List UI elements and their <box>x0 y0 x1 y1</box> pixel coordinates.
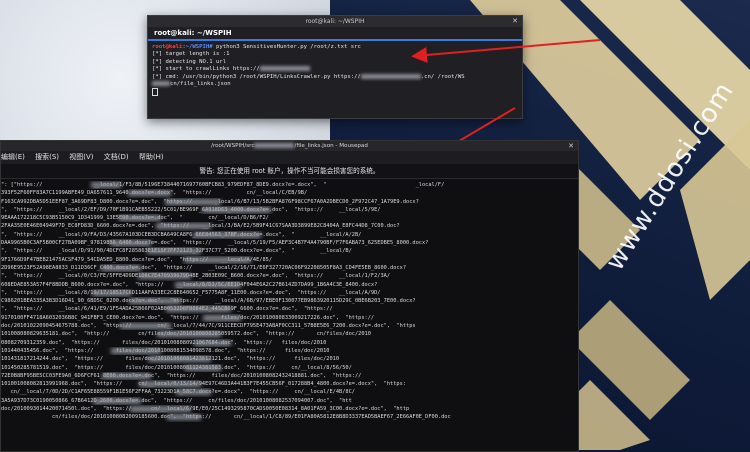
editor-line: 2D96E9523F52A98EA8833_D11D36CF_C400.docx… <box>1 264 407 271</box>
redacted-block <box>203 314 241 321</box>
redacted-block <box>194 339 231 346</box>
root-warning-banner: 警告: 您正在使用 root 账户，操作不当可能会损害您的系统。 <box>1 164 578 179</box>
redacted-block <box>130 406 191 413</box>
editor-line: 9F1766D9F47BEB21475ACSF479_54CDA5ED_8800… <box>1 256 273 263</box>
menu-item-edit[interactable]: 编辑(E) <box>1 153 25 161</box>
prompt-user: root@kali <box>152 44 183 50</box>
editor-line: ", "https:// __local/6/41/E9/1F54ADA25B6… <box>1 306 333 313</box>
redacted-block <box>254 143 295 148</box>
mousepad-title-left: /root/WSPIH/src <box>211 143 255 149</box>
redacted-block <box>259 66 310 72</box>
editor-line: ", "https:// __local/9/FA/D3/43567A103DC… <box>1 231 362 238</box>
menu-item-document[interactable]: 文档(D) <box>104 153 129 161</box>
editor-line: 08082709312359.doc", "https:// files/doc… <box>1 339 327 346</box>
editor-line: cn/__local/7/0D/2D/C1AF65E88559F1B1E56F2… <box>10 389 355 396</box>
mousepad-window[interactable]: /root/WSPIH/src/file_links.json - Mousep… <box>0 140 579 452</box>
editor-line: 9170100FF4718A6032036B8C_941FBF3_CE00.do… <box>1 314 375 321</box>
redacted-block <box>184 256 251 263</box>
terminal-cursor <box>152 88 158 97</box>
redacted-block <box>202 206 271 213</box>
editor-text-area[interactable]: ": ["https:// __local/1/F3/8B/5196E73844… <box>1 179 578 441</box>
editor-line: 101001008082813991968.doc", "https:// cn… <box>1 381 407 388</box>
close-icon[interactable]: ✕ <box>568 141 574 151</box>
terminal-titlebar[interactable]: root@kali: ~/WSPIH ✕ <box>148 16 522 27</box>
redacted-block <box>360 73 421 79</box>
redacted-block <box>120 323 171 330</box>
terminal-tab[interactable]: root@kali: ~/WSPIH <box>148 27 522 41</box>
prompt-path: :~/WSPIH <box>182 44 210 50</box>
editor-line: DAA9965B0C3AF5B00CF27BA09BF_978198B6_640… <box>1 240 429 247</box>
redacted-block <box>156 223 211 230</box>
mousepad-title-right: /file_links.json - Mousepad <box>294 143 368 149</box>
editor-line: cn/files/doc/20101008082009185600.doc", … <box>1 414 451 421</box>
terminal-line: [*] detecting NO.1 url <box>152 58 227 65</box>
editor-line: ", "https:// _local/D/91/90/4DCFC8F28586… <box>1 248 352 255</box>
editor-line: 101008080829635181.doc", "http:// cn/fil… <box>1 331 371 338</box>
editor-line: 9EAAA172218C5C93B5150C9_1D341999_13E5E00… <box>1 215 269 222</box>
editor-line: C986201BEA335A3B3D16D41_90_6BD5C_0200.do… <box>1 298 416 305</box>
editor-line: F163CA992DBA5D51EEF87_3A69DF83_D800.docx… <box>1 198 419 205</box>
menu-item-help[interactable]: 帮助(H) <box>139 153 164 161</box>
editor-line: ": ["https:// __local/1/F3/8B/5196E73844… <box>1 182 445 188</box>
redacted-block <box>101 264 141 271</box>
editor-line: 101431817214244.doc", "https:// files/do… <box>1 356 340 363</box>
command-text: python3 SensitivesHunter.py /root/z.txt … <box>212 44 361 50</box>
menu-item-view[interactable]: 视图(V) <box>69 153 93 161</box>
editor-line: doc/2010093014420071450l.doc", "https://… <box>1 406 410 413</box>
redacted-block <box>165 198 221 205</box>
terminal-line: cn/file_links.json <box>170 81 231 88</box>
mousepad-titlebar[interactable]: /root/WSPIH/src/file_links.json - Mousep… <box>1 141 578 151</box>
editor-line: ", "https:// __local/0/C3/FE/5FFE4D9DE1D… <box>1 273 391 280</box>
redacted-block <box>139 381 201 388</box>
redacted-block <box>175 281 241 288</box>
terminal-line: [*] start to crawlLinks https:// <box>152 66 260 73</box>
terminal-window[interactable]: root@kali: ~/WSPIH ✕ root@kali: ~/WSPIH … <box>147 15 523 119</box>
redacted-block <box>157 331 221 338</box>
redacted-block <box>148 356 211 363</box>
redacted-block <box>102 372 151 379</box>
editor-line: 101450285781519.doc", "https:// files/do… <box>1 364 352 371</box>
editor-line: 608EDAE853A57F4F8BDDB_B600.docx?e=.doc",… <box>1 281 378 288</box>
redacted-block <box>92 289 131 296</box>
close-icon[interactable]: ✕ <box>512 16 518 27</box>
redacted-block <box>176 389 211 396</box>
editor-line: 393F52F60FF83A7C1199ABFE49_DA657611_9640… <box>1 190 308 197</box>
terminal-output[interactable]: root@kali:~/WSPIH# python3 SensitivesHun… <box>148 41 522 100</box>
redacted-block <box>193 231 261 238</box>
editor-line: ", "https:// __local/2/EF/D9/70F1B91CAEB… <box>1 206 381 213</box>
terminal-line: [*] cmd: /usr/bin/python3 /root/WSPIH/Li… <box>152 73 361 80</box>
terminal-cmd-tail: .cn/ /root/WS <box>420 73 465 80</box>
redacted-block <box>185 364 221 371</box>
redacted-block <box>91 182 121 188</box>
editor-line: ", "https:// __local/8/19/17/18517C6D11A… <box>1 289 381 296</box>
editor-line: 3A5A937D73C0190050866_67B6412D_2600.docx… <box>1 397 352 404</box>
editor-line: doc/20101022090454675788.doc", "https://… <box>1 323 416 330</box>
terminal-line: [*] target length is :1 <box>152 51 230 58</box>
redacted-block <box>147 248 201 255</box>
menu-item-search[interactable]: 搜索(S) <box>35 153 59 161</box>
redacted-block <box>93 397 141 404</box>
editor-line: 2FAA35E0E46E04949F7D_EC8FD83D_6600.docx?… <box>1 223 400 230</box>
redacted-block <box>128 190 171 197</box>
redacted-block <box>129 298 181 305</box>
terminal-window-title: root@kali: ~/WSPIH <box>305 18 365 25</box>
redacted-block <box>111 347 161 354</box>
redacted-block <box>110 240 151 247</box>
redacted-block <box>119 215 161 222</box>
editor-line: 72E0B8BF95BE5CC03FE9A0_6D6FCF61_8E00.doc… <box>1 372 362 379</box>
editor-line: 101440435456.doc", "https:// files/doc/2… <box>1 347 330 354</box>
redacted-block <box>166 306 231 313</box>
menu-bar: 编辑(E) 搜索(S) 视图(V) 文档(D) 帮助(H) <box>1 151 578 164</box>
redacted-block <box>138 273 191 280</box>
redacted-block <box>152 81 170 87</box>
redacted-block <box>167 414 201 421</box>
